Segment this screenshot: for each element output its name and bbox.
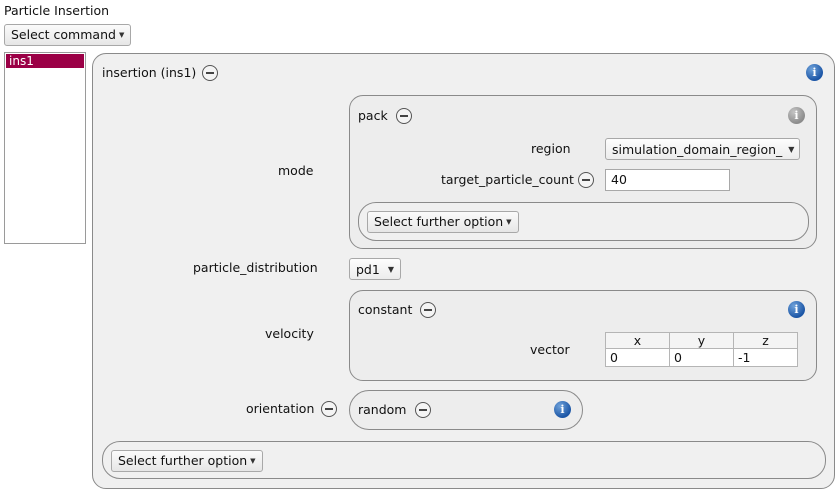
- constant-header: constant: [358, 302, 413, 317]
- caret-down-icon: ▼: [250, 457, 256, 465]
- page-title: Particle Insertion: [4, 3, 110, 18]
- region-value: simulation_domain_region_: [612, 141, 783, 157]
- pack-panel: pack i region simulation_domain_region_ …: [349, 95, 817, 249]
- region-select[interactable]: simulation_domain_region_ ▼: [605, 138, 800, 160]
- vector-cell-x[interactable]: 0: [605, 348, 670, 367]
- particle-distribution-select[interactable]: pd1 ▼: [349, 258, 401, 280]
- pack-further-option-panel: Select further option ▼: [358, 202, 809, 241]
- further-option-panel: Select further option ▼: [102, 441, 826, 479]
- target-particle-count-label: target_particle_count: [441, 172, 574, 187]
- info-icon[interactable]: i: [806, 64, 823, 81]
- vector-column-y: y: [669, 332, 734, 349]
- pack-header: pack: [358, 108, 388, 123]
- orientation-label: orientation: [246, 401, 315, 416]
- info-icon[interactable]: i: [788, 301, 805, 318]
- list-item-ins1[interactable]: ins1: [6, 54, 84, 68]
- insertion-list[interactable]: ins1: [4, 52, 86, 244]
- vector-column-x: x: [605, 332, 670, 349]
- insertion-header: insertion (ins1): [102, 65, 197, 80]
- caret-down-icon: ▼: [506, 218, 512, 226]
- vector-label: vector: [530, 342, 570, 357]
- particle-distribution-label: particle_distribution: [193, 260, 318, 275]
- remove-constant-icon[interactable]: [420, 302, 436, 318]
- velocity-label: velocity: [265, 326, 314, 341]
- particle-distribution-value: pd1: [356, 261, 380, 277]
- remove-pack-icon[interactable]: [396, 108, 412, 124]
- vector-cell-z[interactable]: -1: [733, 348, 798, 367]
- caret-down-icon: ▼: [118, 31, 125, 39]
- mode-label: mode: [278, 163, 314, 178]
- pack-further-option-label: Select further option: [374, 214, 504, 229]
- remove-orientation-icon[interactable]: [321, 401, 337, 417]
- remove-random-icon[interactable]: [415, 402, 431, 418]
- orientation-panel: random i: [349, 390, 583, 430]
- vector-column-z: z: [733, 332, 798, 349]
- info-icon[interactable]: i: [554, 401, 571, 418]
- vector-cell-y[interactable]: 0: [669, 348, 734, 367]
- remove-insertion-icon[interactable]: [202, 65, 218, 81]
- select-command-button[interactable]: Select command ▼: [4, 24, 132, 46]
- target-particle-count-input[interactable]: 40: [605, 169, 730, 191]
- insertion-panel: insertion (ins1) i mode pack i region si…: [92, 53, 835, 489]
- orientation-value: random: [358, 402, 407, 417]
- remove-target-icon[interactable]: [578, 172, 594, 188]
- caret-down-icon: ▼: [788, 144, 795, 154]
- info-icon-gray[interactable]: i: [788, 107, 805, 124]
- further-option-button[interactable]: Select further option ▼: [111, 450, 263, 472]
- pack-further-option-button[interactable]: Select further option ▼: [367, 211, 519, 233]
- select-command-label: Select command: [11, 27, 116, 42]
- caret-down-icon: ▼: [387, 264, 394, 274]
- region-label: region: [531, 141, 571, 156]
- vector-table: x y z 0 0 -1: [605, 332, 798, 367]
- constant-panel: constant i vector x y z 0 0 -1: [349, 290, 817, 381]
- further-option-label: Select further option: [118, 453, 248, 468]
